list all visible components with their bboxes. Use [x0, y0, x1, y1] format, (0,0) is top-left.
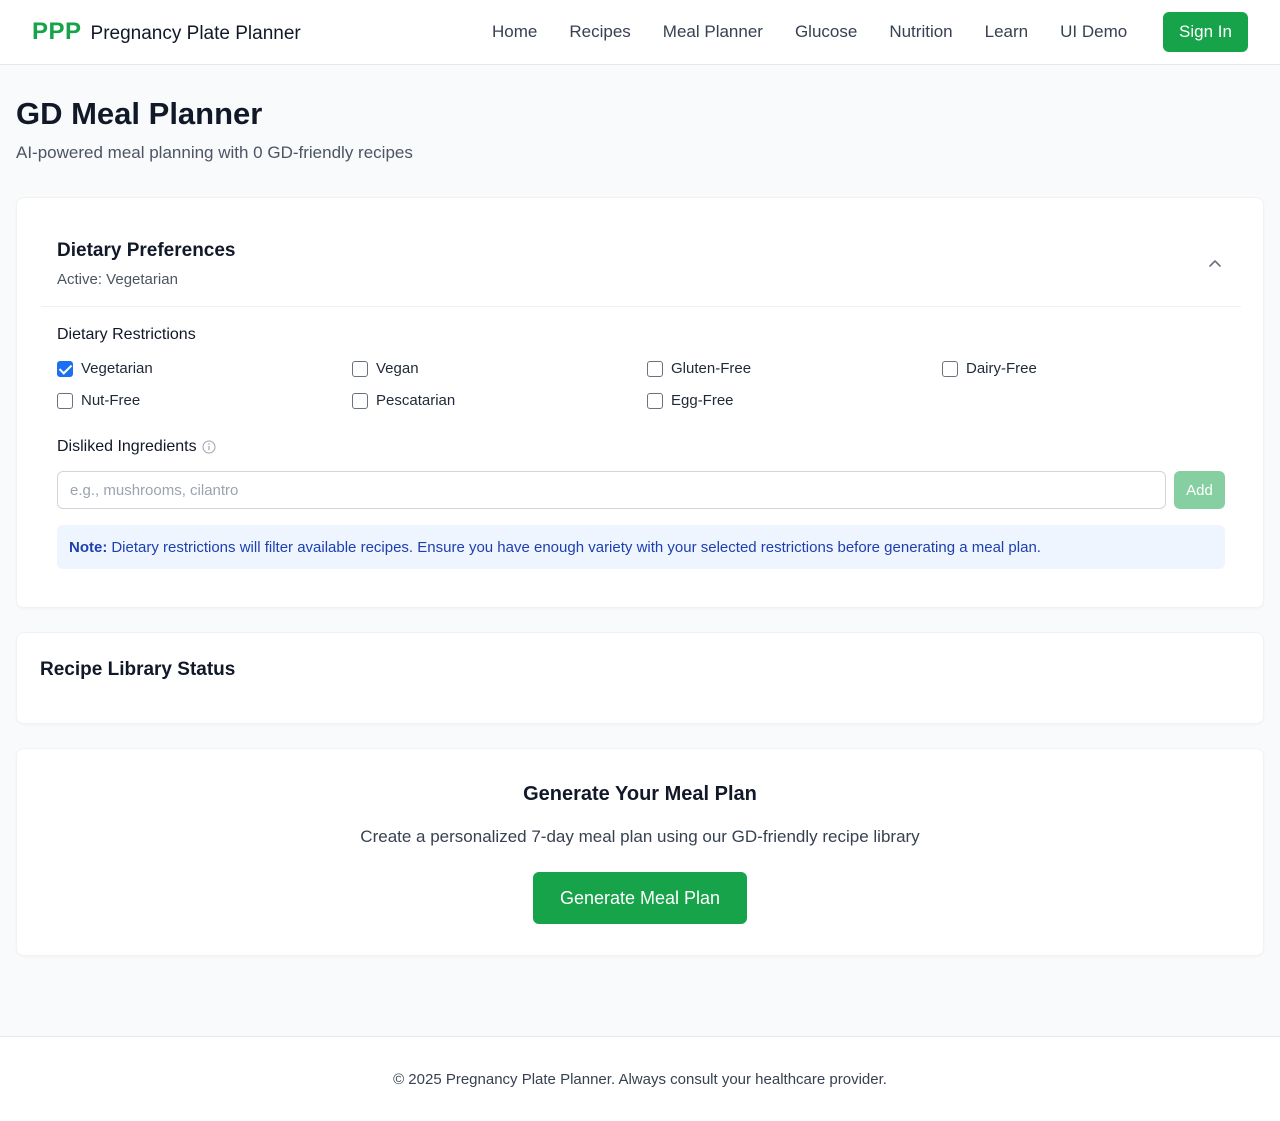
nav-learn[interactable]: Learn [969, 22, 1044, 42]
restriction-egg-free[interactable]: Egg-Free [647, 392, 734, 409]
generate-meal-plan-button[interactable]: Generate Meal Plan [533, 872, 747, 924]
note-label: Note: [69, 538, 108, 556]
restriction-nut-free[interactable]: Nut-Free [57, 392, 140, 409]
top-navbar: PPP Pregnancy Plate Planner Home Recipes… [0, 0, 1280, 65]
restriction-pescatarian[interactable]: Pescatarian [352, 392, 455, 409]
dietary-preferences-card: Dietary Preferences Active: Vegetarian D… [16, 197, 1264, 608]
nav-recipes[interactable]: Recipes [553, 22, 646, 42]
footer-text: © 2025 Pregnancy Plate Planner. Always c… [393, 1071, 887, 1088]
brand-logo[interactable]: PPP [32, 18, 82, 46]
restriction-label: Vegetarian [81, 360, 153, 377]
restriction-label: Gluten-Free [671, 360, 752, 377]
add-ingredient-button[interactable]: Add [1174, 471, 1225, 509]
nav-home[interactable]: Home [476, 22, 553, 42]
restriction-dairy-free[interactable]: Dairy-Free [942, 360, 1037, 377]
checkbox-pescatarian[interactable] [352, 392, 368, 409]
checkbox-vegan[interactable] [352, 360, 368, 377]
sign-in-button[interactable]: Sign In [1163, 12, 1248, 52]
checkbox-vegetarian[interactable] [57, 360, 73, 377]
active-preferences: Active: Vegetarian [57, 271, 178, 288]
info-icon[interactable] [202, 440, 216, 454]
restriction-label: Dairy-Free [966, 360, 1037, 377]
preferences-title[interactable]: Dietary Preferences [57, 240, 236, 262]
nav-glucose[interactable]: Glucose [779, 22, 873, 42]
footer: © 2025 Pregnancy Plate Planner. Always c… [0, 1036, 1280, 1121]
brand[interactable]: PPP Pregnancy Plate Planner [32, 18, 301, 46]
generate-description: Create a personalized 7-day meal plan us… [360, 827, 920, 846]
restriction-label: Vegan [376, 360, 419, 377]
page-title: GD Meal Planner [16, 96, 263, 131]
nav-ui-demo[interactable]: UI Demo [1044, 22, 1143, 42]
restriction-label: Nut-Free [81, 392, 141, 409]
brand-name[interactable]: Pregnancy Plate Planner [91, 23, 301, 45]
disliked-label-text: Disliked Ingredients [57, 438, 197, 455]
checkbox-gluten-free[interactable] [647, 360, 663, 377]
chevron-up-icon[interactable] [1206, 255, 1224, 273]
restriction-vegetarian[interactable]: Vegetarian [57, 360, 153, 377]
nav-nutrition[interactable]: Nutrition [873, 22, 968, 42]
restriction-vegan[interactable]: Vegan [352, 360, 419, 377]
checkbox-dairy-free[interactable] [942, 360, 958, 377]
disliked-ingredient-input[interactable] [57, 471, 1166, 509]
generate-meal-plan-card: Generate Your Meal Plan Create a persona… [16, 748, 1264, 956]
library-status-title: Recipe Library Status [40, 659, 236, 680]
recipe-library-status-card: Recipe Library Status [16, 632, 1264, 724]
nav-meal-planner[interactable]: Meal Planner [647, 22, 779, 42]
main-nav: Home Recipes Meal Planner Glucose Nutrit… [476, 0, 1143, 64]
note-text: Dietary restrictions will filter availab… [111, 538, 1041, 556]
divider [41, 306, 1241, 307]
checkbox-egg-free[interactable] [647, 392, 663, 409]
restrictions-note: Note: Dietary restrictions will filter a… [57, 525, 1225, 569]
checkbox-nut-free[interactable] [57, 392, 73, 409]
restriction-label: Egg-Free [671, 392, 734, 409]
restrictions-label: Dietary Restrictions [57, 326, 196, 343]
restriction-gluten-free[interactable]: Gluten-Free [647, 360, 751, 377]
restriction-label: Pescatarian [376, 392, 456, 409]
disliked-ingredients-label: Disliked Ingredients [57, 438, 216, 456]
page-subtitle: AI-powered meal planning with 0 GD-frien… [16, 143, 413, 162]
generate-title: Generate Your Meal Plan [523, 783, 757, 805]
